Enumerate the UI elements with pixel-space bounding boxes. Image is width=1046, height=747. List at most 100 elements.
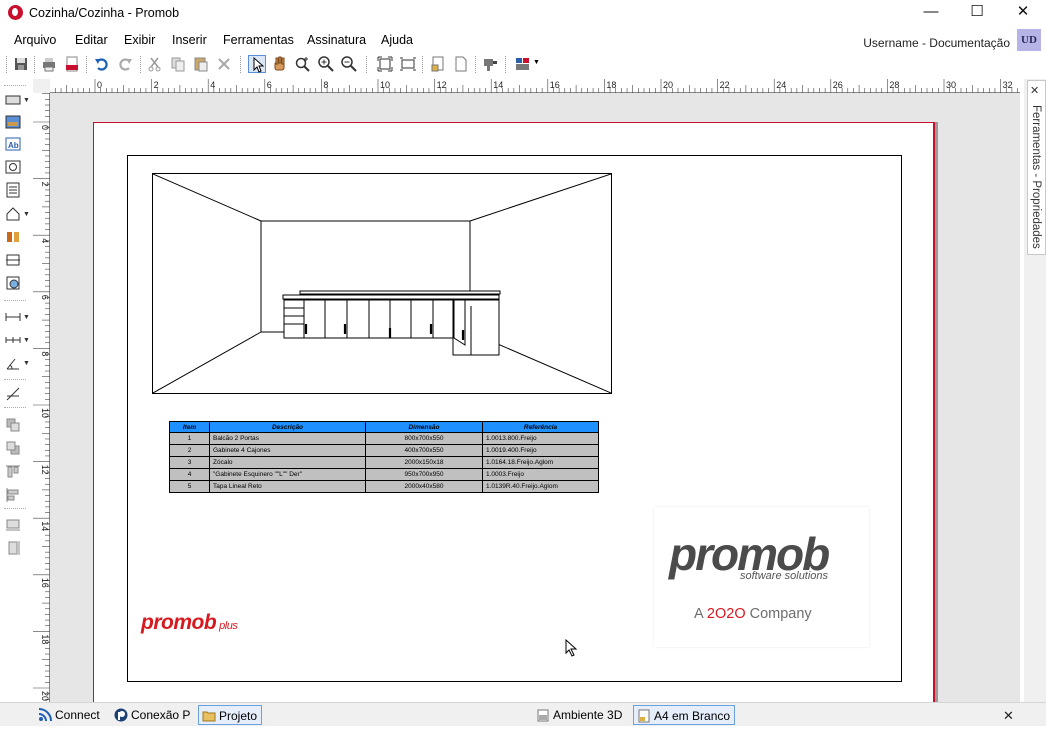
avatar[interactable]: UD	[1017, 29, 1041, 51]
menu-ferramentas[interactable]: Ferramentas	[223, 33, 294, 47]
tab-ambiente-3d[interactable]: Ambiente 3D	[533, 705, 626, 725]
perspective-view-icon[interactable]	[5, 275, 21, 291]
align-left-icon[interactable]	[5, 487, 21, 503]
menu-exibir[interactable]: Exibir	[124, 33, 155, 47]
resize-width-icon[interactable]	[5, 516, 21, 532]
cut-icon[interactable]	[146, 55, 164, 73]
ruler-label: 10	[40, 408, 50, 418]
cell-referencia: 1.0019.400.Freijo	[482, 444, 599, 457]
vertical-ruler[interactable]: 0 2 4 6 8 10 12 14 16 18 20	[33, 93, 50, 703]
folder-icon	[202, 711, 216, 722]
close-tab-icon[interactable]: ✕	[1003, 708, 1014, 724]
text-tool-icon[interactable]: Ab	[5, 136, 21, 152]
pan-hand-icon[interactable]	[271, 55, 289, 73]
blank-page-icon[interactable]	[452, 55, 470, 73]
chevron-down-icon[interactable]: ▼	[23, 211, 30, 218]
align-top-icon[interactable]	[5, 464, 21, 480]
dimension-chain-icon[interactable]	[5, 332, 21, 348]
list-tool-icon[interactable]	[5, 182, 21, 198]
title-bar: Cozinha/Cozinha - Promob — ☐ ✕	[0, 0, 1046, 26]
close-button[interactable]: ✕	[1000, 0, 1046, 26]
angle-dimension-icon[interactable]	[5, 355, 21, 371]
menu-assinatura[interactable]: Assinatura	[307, 33, 366, 47]
close-icon[interactable]: ✕	[1030, 84, 1039, 97]
save-icon[interactable]	[12, 55, 30, 73]
send-back-icon[interactable]	[5, 440, 21, 456]
zoom-out-icon[interactable]	[340, 55, 358, 73]
menu-editar[interactable]: Editar	[75, 33, 108, 47]
cell-item: 1	[169, 432, 210, 445]
tab-projeto[interactable]: Projeto	[198, 705, 263, 725]
chevron-down-icon[interactable]: ▼	[23, 337, 30, 344]
company-prefix: A	[694, 606, 707, 622]
fit-page-icon[interactable]	[376, 55, 394, 73]
ruler-label: 8	[40, 351, 50, 356]
cell-descricao: Balcão 2 Portas	[209, 432, 366, 445]
ruler-label: 0	[40, 125, 50, 130]
paste-icon[interactable]	[192, 55, 210, 73]
elevation-view-icon[interactable]	[5, 229, 21, 245]
copy-icon[interactable]	[169, 55, 187, 73]
kitchen-3d-viewport[interactable]	[152, 173, 612, 394]
print-icon[interactable]	[40, 55, 58, 73]
pdf-icon[interactable]	[63, 55, 81, 73]
menu-arquivo[interactable]: Arquivo	[14, 33, 56, 47]
tab-connect[interactable]: Connect	[35, 705, 104, 725]
ruler-label: 8	[323, 80, 328, 90]
layout-color-icon[interactable]	[514, 55, 532, 73]
menu-ajuda[interactable]: Ajuda	[381, 33, 413, 47]
horizontal-ruler-scale: 0 2 4 6 8 10 12 14 16 18 20 22 24 26 28 30 32	[55, 79, 1018, 93]
window-bottom-border	[0, 726, 1046, 747]
menu-bar: Arquivo Editar Exibir Inserir Ferramenta…	[0, 30, 1046, 52]
promob-plus-logo[interactable]: promob plus	[141, 611, 238, 635]
tab-conexao[interactable]: Conexão P	[111, 705, 194, 725]
chevron-down-icon[interactable]: ▼	[23, 97, 30, 104]
section-view-icon[interactable]	[5, 252, 21, 268]
plan-view-icon[interactable]	[5, 206, 21, 222]
rectangle-tool-icon[interactable]	[5, 92, 21, 108]
ruler-label: 4	[210, 80, 215, 90]
zoom-in-icon[interactable]	[317, 55, 335, 73]
ruler-label: 6	[267, 80, 272, 90]
image-tool-icon[interactable]	[5, 114, 21, 130]
cell-descricao: Zócalo	[209, 456, 366, 469]
resize-height-icon[interactable]	[5, 540, 21, 556]
undo-icon[interactable]	[93, 55, 111, 73]
zoom-window-icon[interactable]	[294, 55, 312, 73]
column-header-descricao: Descrição	[209, 421, 366, 433]
page-setup-icon[interactable]	[429, 55, 447, 73]
menu-inserir[interactable]: Inserir	[172, 33, 207, 47]
redo-icon[interactable]	[116, 55, 134, 73]
toolbar-separator	[140, 56, 141, 73]
render-icon[interactable]	[481, 55, 499, 73]
parts-list-table[interactable]: Item Descrição Dimensão Referência 1 Bal…	[169, 421, 599, 493]
horizontal-ruler[interactable]: 0 2 4 6 8 10 12 14 16 18 20 22 24 26 28 30 32	[50, 79, 1020, 93]
maximize-button[interactable]: ☐	[954, 0, 1000, 26]
tab-a4-em-branco[interactable]: A4 em Branco	[633, 705, 736, 725]
annotation-tool-icon[interactable]	[5, 386, 21, 402]
delete-icon[interactable]	[215, 55, 233, 73]
bottom-tab-bar: Connect Conexão P Projeto Ambiente 3D A4…	[0, 702, 1046, 726]
a4-page[interactable]: Item Descrição Dimensão Referência 1 Bal…	[93, 122, 935, 703]
ruler-label: 20	[40, 691, 50, 701]
ruler-label: 20	[663, 80, 673, 90]
ruler-label: 16	[550, 80, 560, 90]
company-mark: 2O2O	[706, 606, 746, 622]
cell-descricao: Tapa Lineal Reto	[209, 480, 366, 493]
view-tool-icon[interactable]	[5, 159, 21, 175]
bring-front-icon[interactable]	[5, 417, 21, 433]
dimension-horizontal-icon[interactable]	[5, 309, 21, 325]
chevron-down-icon[interactable]: ▼	[23, 360, 30, 367]
layout-canvas[interactable]: Item Descrição Dimensão Referência 1 Bal…	[50, 93, 1020, 703]
minimize-button[interactable]: —	[908, 0, 954, 26]
chevron-down-icon[interactable]: ▼	[23, 314, 30, 321]
chevron-down-icon[interactable]: ▼	[533, 59, 540, 66]
svg-text:Ab: Ab	[8, 141, 19, 150]
select-pointer-icon[interactable]	[248, 55, 266, 73]
ruler-label: 2	[154, 80, 159, 90]
promob-company-logo[interactable]: promob software solutions A 2O2O Company	[654, 507, 869, 647]
toolbar-separator	[422, 56, 423, 73]
user-label[interactable]: Username - Documentação	[863, 36, 1010, 50]
fit-width-icon[interactable]	[399, 55, 417, 73]
properties-tab-label[interactable]: Ferramentas - Propriedades	[1030, 105, 1042, 249]
